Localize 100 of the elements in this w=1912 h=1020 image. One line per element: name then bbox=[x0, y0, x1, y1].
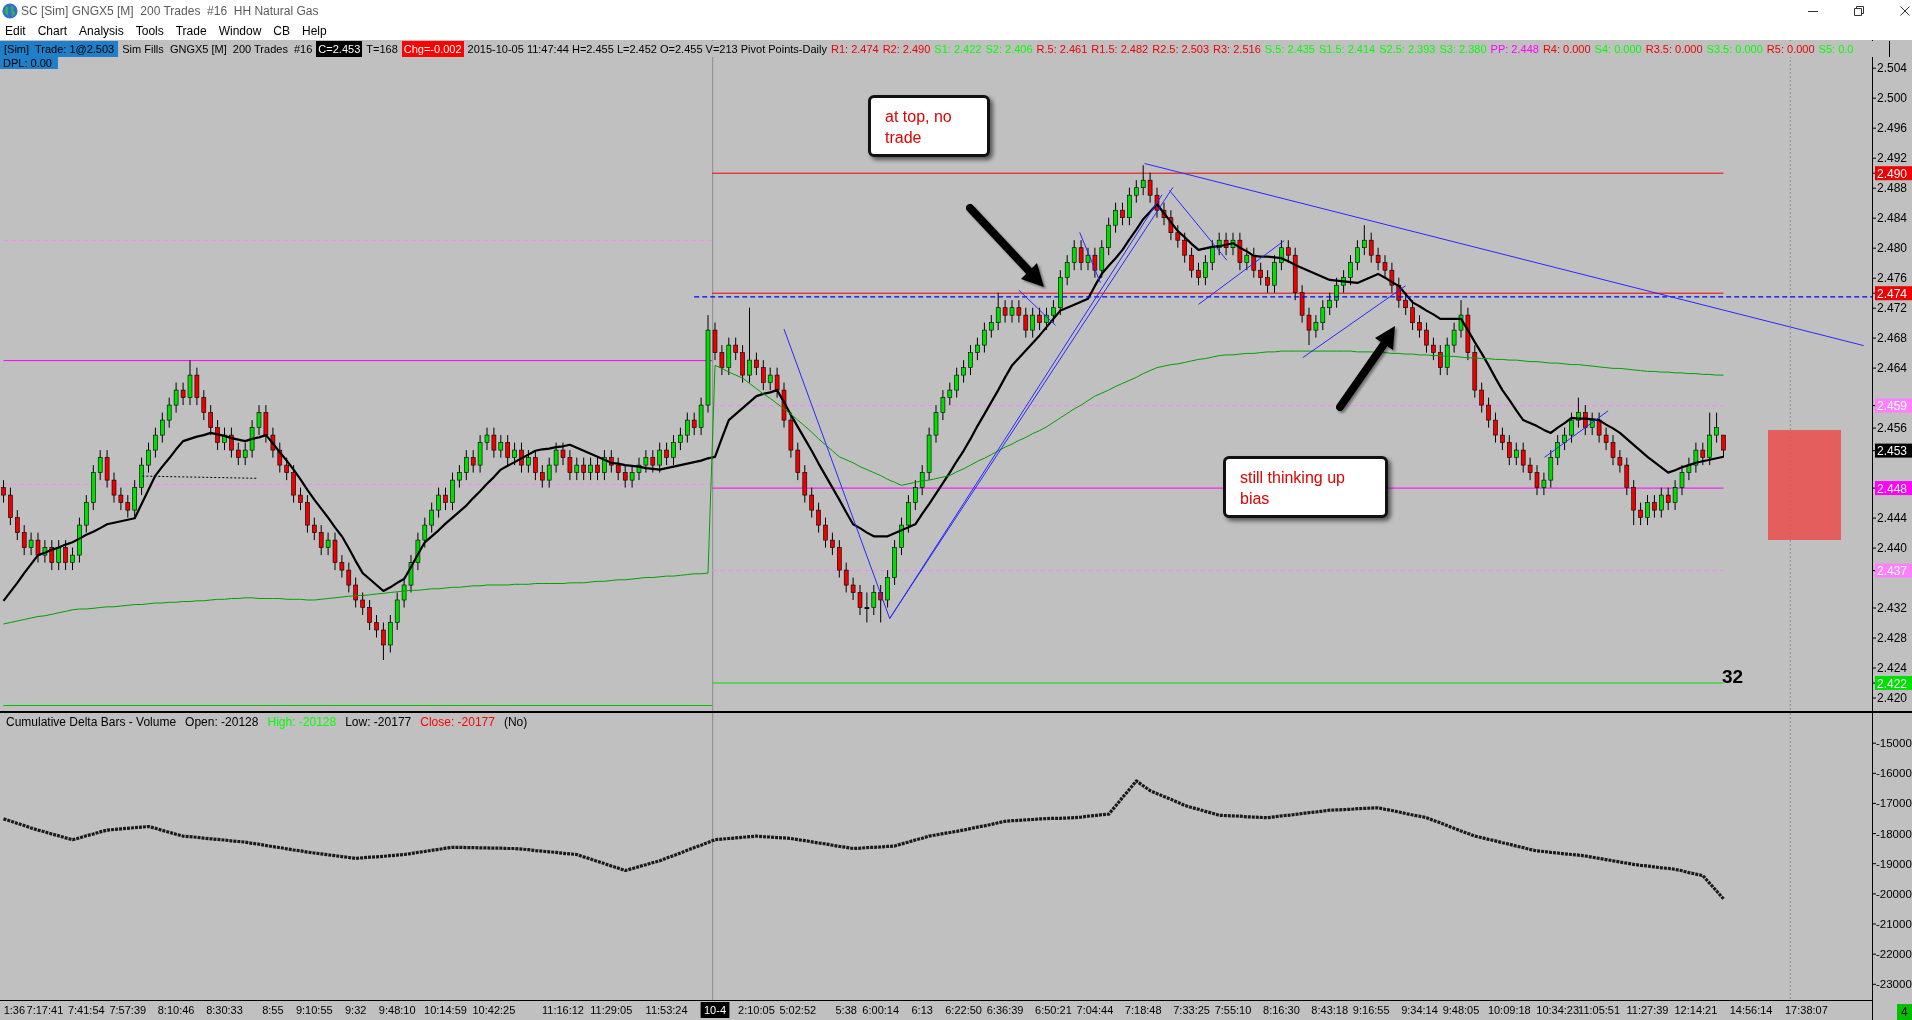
candlestick bbox=[1520, 442, 1526, 474]
candlestick bbox=[761, 359, 766, 391]
menu-item[interactable]: CB bbox=[273, 23, 290, 38]
window-title: SC [Sim] GNGX5 [M] 200 Trades #16 HH Natural Gas bbox=[21, 3, 319, 18]
chart-info-text: 2015-10-05 11:47:44 H=2.455 L=2.452 O=2.455 V=213 Pivot Points-Daily bbox=[467, 42, 827, 57]
callout-note: at top, no trade bbox=[868, 95, 990, 157]
candlestick bbox=[464, 449, 469, 481]
pivot-value: R1: 2.474 bbox=[830, 42, 879, 57]
candlestick bbox=[698, 397, 704, 436]
y-tick-label: 2.437 bbox=[1877, 564, 1908, 579]
candlestick bbox=[1134, 179, 1139, 204]
pivot-value: S3: 2.380 bbox=[1439, 42, 1487, 57]
candlestick bbox=[802, 464, 808, 504]
candlestick bbox=[332, 532, 338, 571]
y-tick-label: 2.490 bbox=[1877, 166, 1908, 181]
candlestick bbox=[422, 517, 428, 549]
candlestick bbox=[1037, 307, 1042, 331]
candlestick bbox=[1479, 382, 1484, 414]
candlestick bbox=[1410, 299, 1415, 331]
time-label: 5:38 bbox=[835, 1004, 857, 1016]
candlestick bbox=[443, 487, 448, 511]
candlestick bbox=[899, 517, 904, 556]
candlestick bbox=[1140, 164, 1146, 196]
candlestick bbox=[671, 434, 676, 466]
candlestick bbox=[249, 419, 255, 459]
candlestick bbox=[353, 577, 358, 608]
candlestick bbox=[871, 584, 877, 616]
menu-item[interactable]: Tools bbox=[135, 23, 164, 38]
menu-item[interactable]: Help bbox=[302, 23, 327, 38]
candlestick bbox=[1624, 457, 1630, 496]
candlestick bbox=[1424, 322, 1429, 354]
time-label: 10:09:18 bbox=[1487, 1004, 1531, 1016]
candlestick bbox=[477, 434, 483, 474]
candlestick bbox=[8, 487, 13, 526]
candlestick bbox=[816, 502, 821, 534]
candlestick bbox=[153, 427, 158, 459]
candlestick bbox=[381, 622, 386, 661]
time-label: 7:41:54 bbox=[67, 1004, 105, 1016]
candlestick bbox=[1631, 479, 1636, 526]
time-label: 6:13 bbox=[911, 1004, 933, 1016]
time-label: 10:42:25 bbox=[472, 1004, 516, 1016]
candlestick bbox=[284, 457, 289, 481]
time-label: 7:17:41 bbox=[26, 1004, 64, 1016]
candlestick bbox=[1617, 449, 1623, 474]
candlestick bbox=[1099, 239, 1105, 279]
candlestick bbox=[242, 442, 248, 466]
candlestick bbox=[1672, 479, 1678, 511]
candlestick bbox=[1686, 457, 1692, 481]
pivot-value: S2: 2.406 bbox=[985, 42, 1033, 57]
candlestick bbox=[1120, 202, 1125, 226]
candlestick bbox=[954, 367, 959, 399]
candlestick bbox=[1451, 322, 1457, 354]
menu-item[interactable]: Edit bbox=[5, 23, 26, 38]
close-icon[interactable] bbox=[1900, 5, 1910, 16]
candlestick bbox=[1514, 442, 1519, 466]
candlestick bbox=[733, 337, 738, 361]
candlestick bbox=[104, 449, 110, 489]
menu-item[interactable]: Trade bbox=[175, 23, 207, 38]
candlestick bbox=[305, 494, 310, 534]
time-label: 8:10:46 bbox=[157, 1004, 195, 1016]
time-label: 5:02:52 bbox=[779, 1004, 817, 1016]
time-label: 8:55 bbox=[262, 1004, 284, 1016]
time-label: 6:50:21 bbox=[1035, 1004, 1072, 1016]
candlestick bbox=[850, 577, 856, 601]
candlestick bbox=[1438, 344, 1443, 376]
restore-icon[interactable] bbox=[1854, 5, 1864, 16]
candlestick bbox=[1534, 464, 1540, 496]
candlestick bbox=[1306, 307, 1312, 346]
menu-item[interactable]: Analysis bbox=[79, 23, 124, 38]
time-label: 14:56:14 bbox=[1729, 1004, 1773, 1016]
time-label: 7:57:39 bbox=[109, 1004, 147, 1016]
menu-item[interactable]: Chart bbox=[37, 23, 68, 38]
candlestick bbox=[263, 404, 269, 444]
candlestick bbox=[1299, 284, 1305, 324]
candlestick bbox=[1092, 247, 1098, 279]
candlestick bbox=[1313, 314, 1319, 339]
candlestick bbox=[1555, 434, 1560, 466]
time-label: 11:05:51 bbox=[1578, 1004, 1621, 1016]
pivot-value: S2.5: 2.393 bbox=[1379, 42, 1436, 57]
axis-label: -21000 bbox=[1876, 918, 1912, 930]
pivot-value: S5: 0.0 bbox=[1818, 42, 1854, 57]
y-tick-label: 2.459 bbox=[1877, 399, 1908, 414]
candlestick bbox=[615, 457, 621, 481]
candlestick bbox=[1182, 232, 1187, 264]
candlestick bbox=[602, 449, 607, 481]
candlestick bbox=[947, 382, 953, 406]
axis-label: -17000 bbox=[1876, 797, 1912, 810]
candlestick bbox=[139, 457, 144, 496]
candlestick bbox=[1334, 277, 1339, 309]
time-label: 9:34:14 bbox=[1401, 1004, 1438, 1016]
candlestick bbox=[484, 427, 490, 451]
candlestick bbox=[160, 412, 165, 444]
candlestick bbox=[111, 472, 117, 504]
menu-item[interactable]: Window bbox=[218, 23, 262, 38]
candlestick bbox=[1659, 487, 1664, 519]
candlestick bbox=[1085, 247, 1091, 271]
pivot-value: R4: 0.000 bbox=[1542, 42, 1591, 57]
time-label: 11:27:39 bbox=[1626, 1004, 1669, 1016]
candlestick bbox=[968, 344, 973, 376]
candlestick bbox=[318, 524, 324, 556]
